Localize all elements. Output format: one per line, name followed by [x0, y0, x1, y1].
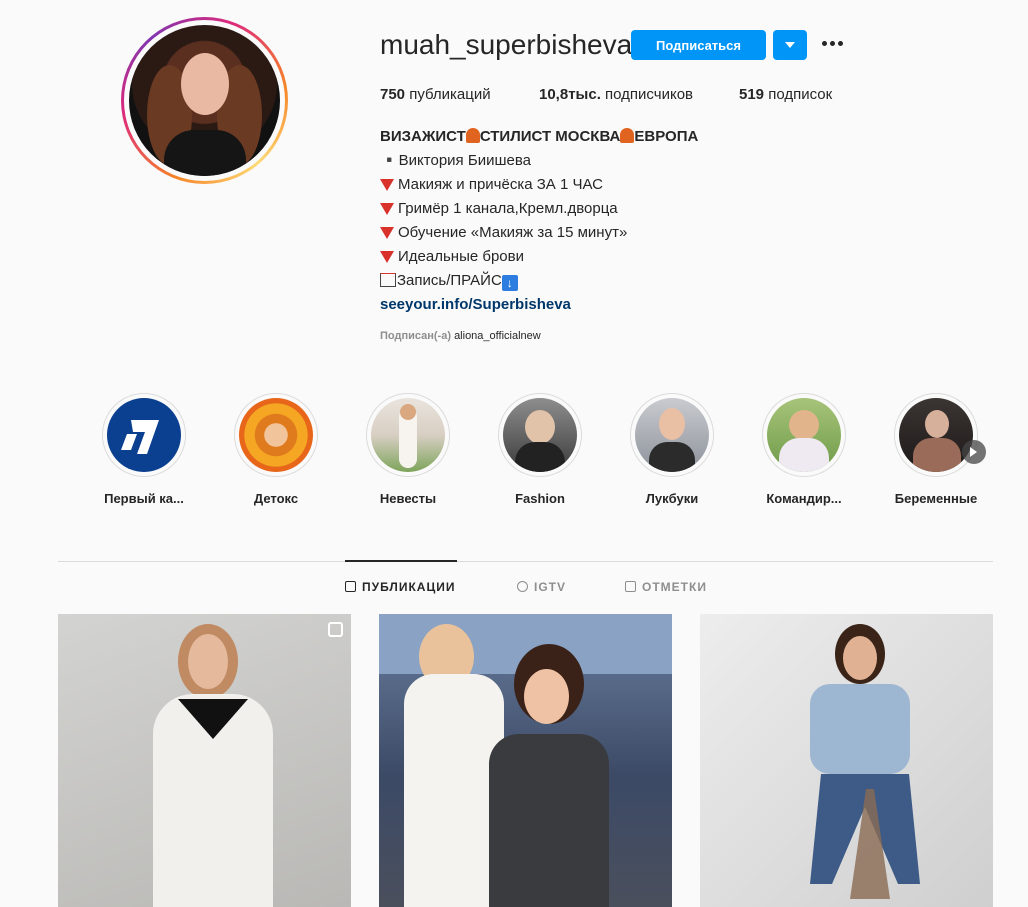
bio-line: Обучение «Макияж за 15 минут» — [380, 221, 800, 245]
highlight-item[interactable]: Невесты — [358, 393, 458, 506]
follow-button[interactable]: Подписаться — [631, 30, 766, 60]
tab-igtv[interactable]: IGTV — [517, 580, 566, 594]
chevron-down-icon — [785, 42, 795, 48]
mailbox-icon — [380, 273, 396, 287]
avatar-image — [129, 25, 280, 176]
post-thumbnail[interactable] — [700, 614, 993, 907]
red-triangle-icon — [380, 227, 394, 240]
highlight-item[interactable]: Детокс — [226, 393, 326, 506]
highlight-cover — [503, 398, 577, 472]
followers-count[interactable]: 10,8тыс. подписчиков — [539, 86, 693, 103]
multiple-photos-icon — [328, 622, 343, 637]
bio-line: Гримёр 1 канала,Кремл.дворца — [380, 197, 800, 221]
tabs-divider — [58, 561, 993, 562]
highlight-cover — [635, 398, 709, 472]
more-options-icon[interactable] — [820, 36, 846, 52]
active-tab-indicator — [345, 560, 457, 562]
profile-username: muah_superbisheva — [380, 29, 633, 60]
profile-avatar[interactable] — [121, 17, 288, 184]
red-triangle-icon — [380, 203, 394, 216]
down-arrow-icon: ↓ — [501, 275, 518, 291]
post-thumbnail[interactable] — [379, 614, 672, 907]
highlight-item[interactable]: Fashion — [490, 393, 590, 506]
bio-link[interactable]: seeyour.info/Superbisheva — [380, 293, 800, 317]
bio-line: Запись/ПРАЙС ↓ — [380, 269, 800, 293]
tagged-icon — [625, 581, 636, 592]
highlight-item[interactable]: Лукбуки — [622, 393, 722, 506]
following-count[interactable]: 519 подписок — [739, 86, 832, 103]
highlight-cover — [371, 398, 445, 472]
bio-line: Макияж и причёска ЗА 1 ЧАС — [380, 173, 800, 197]
highlight-cover — [239, 398, 313, 472]
highlight-item[interactable]: Командир... — [754, 393, 854, 506]
igtv-icon — [517, 581, 528, 592]
highlight-cover — [767, 398, 841, 472]
bell-icon — [465, 128, 480, 143]
tab-tagged[interactable]: ОТМЕТКИ — [625, 580, 707, 594]
chevron-right-icon[interactable] — [962, 440, 986, 464]
grid-icon — [345, 581, 356, 592]
bell-icon — [620, 128, 635, 143]
channel-one-logo-icon — [107, 398, 181, 472]
red-triangle-icon — [380, 251, 394, 264]
profile-bio: ВИЗАЖИСТ СТИЛИСТ МОСКВА ЕВРОПА ▪️Виктория … — [380, 125, 800, 317]
bio-line: ▪️Виктория Биишева — [380, 152, 531, 169]
bio-line: Идеальные брови — [380, 245, 800, 269]
posts-count: 750 публикаций — [380, 86, 491, 103]
followed-by[interactable]: Подписан(-а) aliona_officialnew — [380, 330, 541, 342]
bio-title: ВИЗАЖИСТ СТИЛИСТ МОСКВА ЕВРОПА — [380, 128, 699, 145]
suggested-accounts-button[interactable] — [773, 30, 807, 60]
red-triangle-icon — [380, 179, 394, 192]
highlight-cover — [899, 398, 973, 472]
highlight-item[interactable]: Первый ка... — [94, 393, 194, 506]
tab-posts[interactable]: ПУБЛИКАЦИИ — [345, 580, 455, 594]
post-thumbnail[interactable] — [58, 614, 351, 907]
